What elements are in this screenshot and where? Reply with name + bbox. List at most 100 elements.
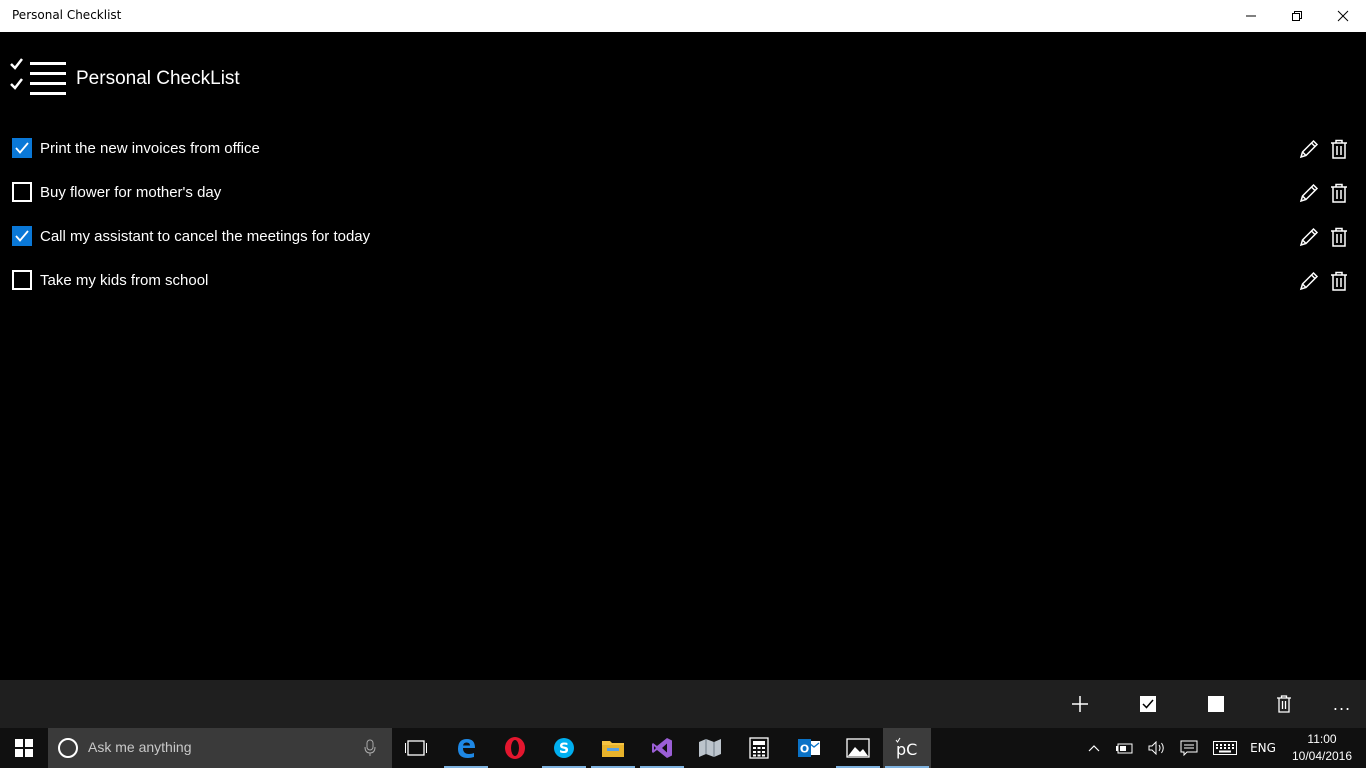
check-all-icon — [1140, 696, 1156, 712]
edge-taskbar-button[interactable] — [442, 728, 490, 768]
delete-button[interactable] — [1327, 137, 1351, 161]
language-label: ENG — [1250, 741, 1276, 755]
edit-button[interactable] — [1297, 269, 1321, 293]
svg-text:S: S — [559, 741, 569, 757]
skype-icon: S — [554, 738, 574, 758]
task-view-icon — [405, 740, 427, 756]
svg-text:pC: pC — [896, 740, 917, 759]
trash-icon — [1331, 183, 1347, 203]
close-button[interactable] — [1320, 0, 1366, 32]
minimize-button[interactable] — [1228, 0, 1274, 32]
uncheck-all-button[interactable] — [1204, 692, 1228, 716]
task-checkbox[interactable] — [12, 138, 32, 158]
task-item: Print the new invoices from office — [0, 126, 1366, 170]
battery-icon — [1116, 743, 1133, 754]
search-box[interactable]: Ask me anything — [48, 728, 392, 768]
task-checkbox[interactable] — [12, 182, 32, 202]
battery-button[interactable] — [1114, 728, 1136, 768]
window-title-bar: Personal Checklist — [0, 0, 1366, 32]
trash-icon — [1331, 227, 1347, 247]
outlook-icon: O — [798, 739, 820, 757]
task-label: Print the new invoices from office — [40, 139, 260, 157]
task-item: Buy flower for mother's day — [0, 170, 1366, 214]
checkmark-icon — [15, 230, 29, 242]
minimize-icon — [1246, 15, 1256, 17]
trash-icon — [1331, 271, 1347, 291]
photos-icon — [846, 738, 870, 758]
clock[interactable]: 11:00 10/04/2016 — [1290, 731, 1354, 765]
task-list: Print the new invoices from office Buy f… — [0, 126, 1366, 302]
touch-keyboard-button[interactable] — [1212, 728, 1238, 768]
edge-icon — [458, 739, 475, 758]
task-label: Take my kids from school — [40, 271, 209, 289]
skype-taskbar-button[interactable]: S — [540, 728, 588, 768]
folder-icon — [602, 741, 624, 757]
restore-icon — [1292, 11, 1302, 21]
windows-logo-icon — [15, 739, 33, 757]
trash-icon — [1331, 139, 1347, 159]
edit-button[interactable] — [1297, 137, 1321, 161]
input-language-button[interactable]: ENG — [1246, 728, 1280, 768]
edit-button[interactable] — [1297, 225, 1321, 249]
pencil-icon — [1299, 227, 1319, 247]
maps-icon — [699, 739, 721, 757]
edit-button[interactable] — [1297, 181, 1321, 205]
microphone-icon[interactable] — [364, 739, 376, 757]
command-bar: ... — [0, 680, 1366, 728]
show-hidden-icons-button[interactable] — [1084, 728, 1104, 768]
pencil-icon — [1299, 183, 1319, 203]
more-icon: ... — [1332, 694, 1352, 714]
pencil-icon — [1299, 271, 1319, 291]
checkmark-icon — [15, 142, 29, 154]
delete-checked-button[interactable] — [1272, 692, 1296, 716]
keyboard-icon — [1213, 741, 1237, 755]
maps-taskbar-button[interactable] — [686, 728, 734, 768]
svg-text:O: O — [800, 743, 809, 756]
search-placeholder: Ask me anything — [88, 739, 192, 755]
task-label: Buy flower for mother's day — [40, 183, 222, 201]
opera-taskbar-button[interactable] — [491, 728, 539, 768]
opera-icon — [505, 737, 525, 759]
volume-button[interactable] — [1146, 728, 1168, 768]
task-checkbox[interactable] — [12, 270, 32, 290]
close-icon — [1337, 10, 1349, 22]
app-header: Personal CheckList — [10, 56, 240, 102]
personal-checklist-icon: pC — [895, 737, 917, 759]
check-all-button[interactable] — [1136, 692, 1160, 716]
task-item: Take my kids from school — [0, 258, 1366, 302]
calculator-icon — [749, 737, 769, 759]
photos-taskbar-button[interactable] — [834, 728, 882, 768]
clock-time: 11:00 — [1307, 732, 1337, 746]
delete-button[interactable] — [1327, 269, 1351, 293]
pencil-icon — [1299, 139, 1319, 159]
outlook-taskbar-button[interactable]: O — [785, 728, 833, 768]
add-icon — [1072, 696, 1088, 712]
uncheck-all-icon — [1208, 696, 1224, 712]
restore-button[interactable] — [1274, 0, 1320, 32]
app-title: Personal CheckList — [76, 68, 240, 89]
cortana-icon[interactable] — [58, 738, 78, 758]
delete-button[interactable] — [1327, 225, 1351, 249]
taskbar: Ask me anything S O pC ENG 11:00 10/04/2… — [0, 728, 1366, 768]
more-button[interactable]: ... — [1330, 692, 1354, 716]
visual-studio-taskbar-button[interactable] — [638, 728, 686, 768]
delete-button[interactable] — [1327, 181, 1351, 205]
visual-studio-icon — [652, 738, 672, 758]
task-view-button[interactable] — [392, 728, 440, 768]
delete-icon — [1277, 695, 1291, 713]
start-button[interactable] — [0, 728, 48, 768]
task-checkbox[interactable] — [12, 226, 32, 246]
calculator-taskbar-button[interactable] — [735, 728, 783, 768]
personal-checklist-taskbar-button[interactable]: pC — [883, 728, 931, 768]
clock-date: 10/04/2016 — [1291, 749, 1353, 763]
add-button[interactable] — [1068, 692, 1092, 716]
action-center-button[interactable] — [1178, 728, 1200, 768]
volume-icon — [1148, 741, 1164, 755]
chevron-up-icon — [1088, 745, 1100, 752]
task-item: Call my assistant to cancel the meetings… — [0, 214, 1366, 258]
file-explorer-taskbar-button[interactable] — [589, 728, 637, 768]
checklist-logo-icon — [10, 58, 66, 95]
task-label: Call my assistant to cancel the meetings… — [40, 227, 371, 245]
window-title: Personal Checklist — [12, 8, 122, 22]
notification-icon — [1180, 740, 1198, 756]
